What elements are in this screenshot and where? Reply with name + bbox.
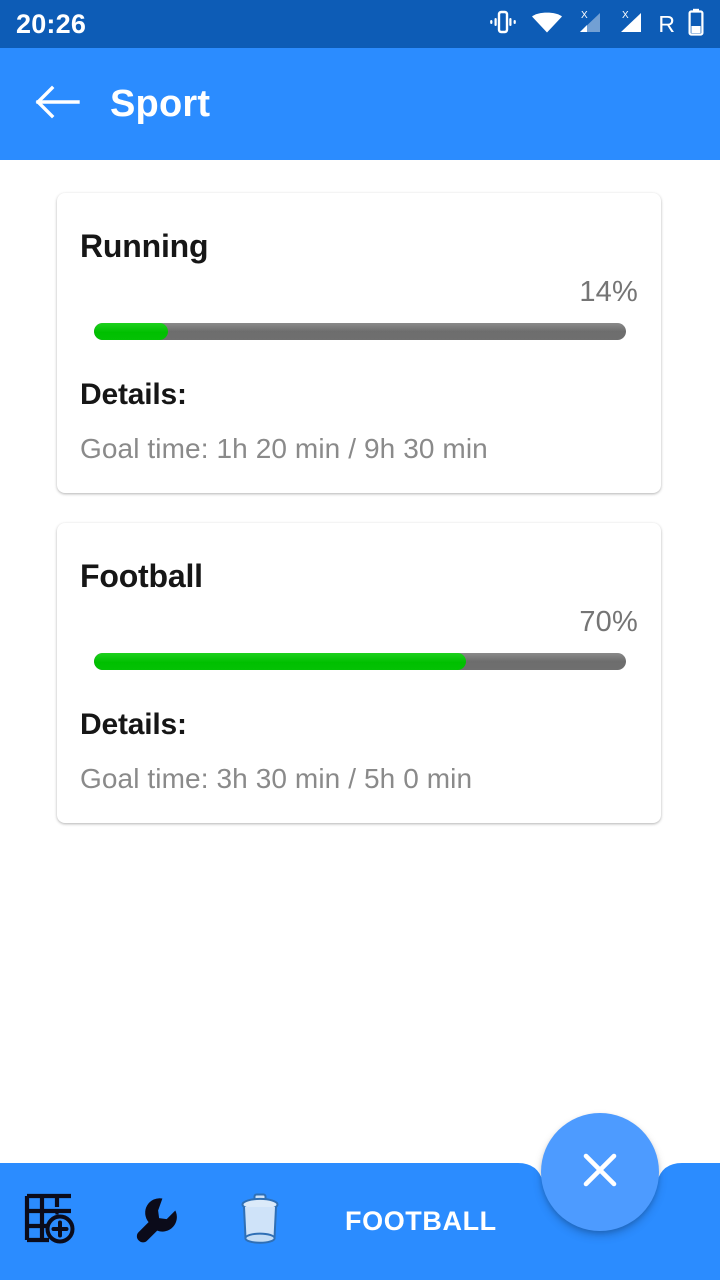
roaming-icon: R: [658, 10, 675, 37]
sport-card-title: Running: [80, 228, 209, 264]
status-bar-clock: 20:26: [16, 8, 87, 39]
sport-card[interactable]: Running 14% Details: Goal time: 1h 20 mi…: [57, 193, 661, 493]
add-grid-icon: [22, 1191, 78, 1252]
back-button[interactable]: [22, 68, 94, 140]
details-value: Goal time: 3h 30 min / 5h 0 min: [80, 763, 473, 794]
trash-icon: [236, 1191, 284, 1252]
signal-no-sim-1-icon: X: [576, 9, 604, 40]
details-label: Details:: [80, 708, 187, 741]
arrow-left-icon: [35, 85, 81, 124]
bottom-bar-label: FOOTBALL: [345, 1206, 497, 1236]
content-area: Running 14% Details: Goal time: 1h 20 mi…: [0, 160, 720, 1280]
svg-text:X: X: [581, 10, 588, 21]
details-label: Details:: [80, 378, 187, 411]
progress-bar-fill: [94, 653, 467, 670]
add-grid-button[interactable]: [18, 1190, 82, 1254]
details-value: Goal time: 1h 20 min / 9h 30 min: [80, 433, 488, 464]
delete-button[interactable]: [228, 1190, 292, 1254]
sport-card-percent-row: 14%: [80, 276, 638, 309]
sport-card-percent-row: 70%: [80, 606, 638, 639]
app-bar: Sport: [0, 48, 720, 160]
progress-bar-fill: [94, 323, 169, 340]
vibrate-icon: [488, 9, 518, 40]
sport-card-title: Football: [80, 558, 203, 594]
signal-no-sim-2-icon: X: [617, 9, 645, 40]
phone-screen: 20:26 X X R Sport Running 14% Details: G…: [0, 0, 720, 1280]
page-title: Sport: [110, 82, 211, 125]
close-fab-button[interactable]: [541, 1113, 659, 1231]
status-bar: 20:26 X X R: [0, 0, 720, 48]
sport-card[interactable]: Football 70% Details: Goal time: 3h 30 m…: [57, 523, 661, 823]
battery-icon: [688, 8, 704, 41]
wifi-icon: [531, 10, 563, 39]
settings-button[interactable]: [123, 1190, 187, 1254]
progress-percent-label: 14%: [579, 276, 638, 308]
svg-text:X: X: [622, 10, 629, 21]
wrench-icon: [127, 1191, 183, 1252]
progress-bar: [94, 323, 626, 340]
status-bar-icons: X X R: [488, 8, 704, 41]
progress-bar: [94, 653, 626, 670]
progress-percent-label: 70%: [579, 606, 638, 638]
close-icon: [576, 1146, 624, 1199]
